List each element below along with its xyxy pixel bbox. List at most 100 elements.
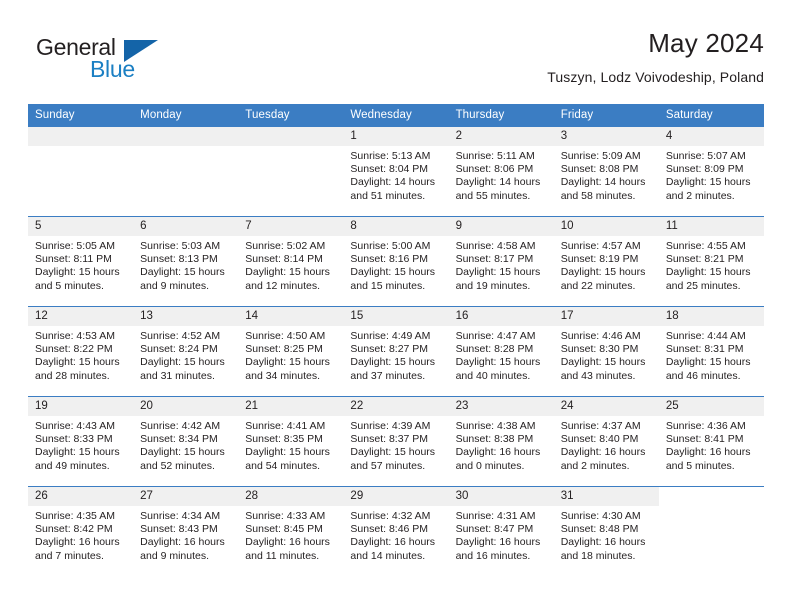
day-info-line: Sunset: 8:42 PM: [35, 523, 113, 536]
day-cell[interactable]: 4 Sunrise: 5:07 AM Sunset: 8:09 PM Daylight…: [658, 127, 764, 216]
calendar-week-row: 1 Sunrise: 5:13 AM Sunset: 8:04 PM Daylight…: [28, 127, 764, 217]
day-cell[interactable]: 10 Sunrise: 4:57 AM Sunset: 8:19 PM Dayligh…: [553, 217, 659, 306]
day-info-line: and 7 minutes.: [35, 549, 104, 562]
day-cell-empty: [28, 127, 134, 216]
day-cell[interactable]: 29 Sunrise: 4:32 AM Sunset: 8:46 PM Dayligh…: [343, 487, 449, 576]
day-info-line: Sunrise: 5:03 AM: [140, 240, 221, 252]
day-cell[interactable]: 28 Sunrise: 4:33 AM Sunset: 8:45 PM Dayligh…: [238, 487, 344, 576]
day-info-line: Sunrise: 4:38 AM: [455, 420, 536, 432]
weekday-header-saturday: Saturday: [658, 104, 764, 127]
page-subtitle: Tuszyn, Lodz Voivodeship, Poland: [547, 69, 764, 85]
calendar-table: Sunday Monday Tuesday Wednesday Thursday Frid…: [28, 104, 764, 576]
day-number: 31: [553, 487, 659, 506]
day-info-line: Daylight: 15 hours: [350, 356, 436, 369]
day-info-line: Sunset: 8:47 PM: [455, 523, 534, 536]
day-info-line: and 9 minutes.: [140, 279, 210, 292]
calendar-cell: [133, 127, 239, 217]
calendar-cell: [238, 127, 344, 217]
day-sun-info: Sunrise: 4:35 AM Sunset: 8:42 PM Daylight:…: [28, 506, 133, 563]
day-info-line: and 12 minutes.: [245, 279, 320, 292]
calendar-grid: Sunday Monday Tuesday Wednesday Thursday Frid…: [28, 104, 764, 576]
weekday-header-sunday: Sunday: [28, 104, 134, 127]
calendar-header-row: Sunday Monday Tuesday Wednesday Thursday Frid…: [28, 104, 764, 127]
day-info-line: and 52 minutes.: [140, 459, 215, 472]
day-info-line: Sunrise: 5:05 AM: [35, 240, 115, 252]
day-info-line: Sunrise: 4:44 AM: [665, 330, 746, 342]
day-info-line: and 31 minutes.: [140, 369, 215, 382]
day-cell[interactable]: 24 Sunrise: 4:37 AM Sunset: 8:40 PM Dayligh…: [553, 397, 659, 486]
day-cell[interactable]: 26 Sunrise: 4:35 AM Sunset: 8:42 PM Dayligh…: [28, 487, 134, 576]
day-cell[interactable]: 16 Sunrise: 4:47 AM Sunset: 8:28 PM Dayligh…: [448, 307, 554, 396]
calendar-cell: 6 Sunrise: 5:03 AM Sunset: 8:13 PM Daylight…: [133, 216, 239, 307]
day-cell[interactable]: 18 Sunrise: 4:44 AM Sunset: 8:31 PM Dayligh…: [658, 307, 764, 396]
day-cell[interactable]: 25 Sunrise: 4:36 AM Sunset: 8:41 PM Dayligh…: [658, 397, 764, 486]
day-cell[interactable]: 17 Sunrise: 4:46 AM Sunset: 8:30 PM Dayligh…: [553, 307, 659, 396]
calendar-cell: 13 Sunrise: 4:52 AM Sunset: 8:24 PM Dayligh…: [133, 306, 239, 397]
calendar-cell: 1 Sunrise: 5:13 AM Sunset: 8:04 PM Daylight…: [343, 127, 449, 217]
day-info-line: Daylight: 15 hours: [140, 356, 225, 369]
day-cell[interactable]: 2 Sunrise: 5:11 AM Sunset: 8:06 PM Daylight…: [448, 127, 554, 216]
day-cell[interactable]: 1 Sunrise: 5:13 AM Sunset: 8:04 PM Daylight…: [343, 127, 449, 216]
day-info-line: Sunrise: 4:32 AM: [350, 510, 431, 522]
calendar-cell: 27 Sunrise: 4:34 AM Sunset: 8:43 PM Dayligh…: [133, 486, 239, 576]
day-cell[interactable]: 20 Sunrise: 4:42 AM Sunset: 8:34 PM Dayligh…: [133, 397, 239, 486]
calendar-cell: 7 Sunrise: 5:02 AM Sunset: 8:14 PM Daylight…: [238, 216, 344, 307]
day-cell[interactable]: 8 Sunrise: 5:00 AM Sunset: 8:16 PM Daylight…: [343, 217, 449, 306]
day-number: 2: [448, 127, 554, 146]
day-cell[interactable]: 27 Sunrise: 4:34 AM Sunset: 8:43 PM Dayligh…: [133, 487, 239, 576]
day-info-line: Sunrise: 4:49 AM: [350, 330, 431, 342]
day-number: 22: [343, 397, 449, 416]
day-cell[interactable]: 21 Sunrise: 4:41 AM Sunset: 8:35 PM Dayligh…: [238, 397, 344, 486]
day-sun-info: Sunrise: 4:57 AM Sunset: 8:19 PM Daylight:…: [554, 236, 659, 293]
day-info-line: Sunset: 8:11 PM: [35, 253, 112, 266]
day-info-line: Sunset: 8:25 PM: [245, 343, 323, 356]
weekday-header-wednesday: Wednesday: [343, 104, 449, 127]
day-info-line: and 28 minutes.: [35, 369, 110, 382]
day-cell[interactable]: 31 Sunrise: 4:30 AM Sunset: 8:48 PM Dayligh…: [553, 487, 659, 576]
calendar-cell: 14 Sunrise: 4:50 AM Sunset: 8:25 PM Dayligh…: [238, 306, 344, 397]
day-info-line: Sunrise: 4:42 AM: [140, 420, 221, 432]
day-info-line: Daylight: 14 hours: [455, 176, 541, 189]
day-cell[interactable]: 23 Sunrise: 4:38 AM Sunset: 8:38 PM Dayligh…: [448, 397, 554, 486]
day-info-line: Sunrise: 4:35 AM: [35, 510, 115, 522]
day-cell[interactable]: 15 Sunrise: 4:49 AM Sunset: 8:27 PM Dayligh…: [343, 307, 449, 396]
day-cell[interactable]: 7 Sunrise: 5:02 AM Sunset: 8:14 PM Daylight…: [238, 217, 344, 306]
day-cell[interactable]: 14 Sunrise: 4:50 AM Sunset: 8:25 PM Dayligh…: [238, 307, 344, 396]
day-cell[interactable]: 3 Sunrise: 5:09 AM Sunset: 8:08 PM Daylight…: [553, 127, 659, 216]
day-cell[interactable]: 5 Sunrise: 5:05 AM Sunset: 8:11 PM Daylight…: [28, 217, 134, 306]
calendar-cell: 10 Sunrise: 4:57 AM Sunset: 8:19 PM Dayligh…: [553, 216, 659, 307]
day-sun-info: Sunrise: 5:00 AM Sunset: 8:16 PM Daylight:…: [343, 236, 448, 293]
day-info-line: Sunset: 8:31 PM: [665, 343, 744, 356]
day-cell[interactable]: 30 Sunrise: 4:31 AM Sunset: 8:47 PM Dayligh…: [448, 487, 554, 576]
calendar-cell: 19 Sunrise: 4:43 AM Sunset: 8:33 PM Dayligh…: [28, 396, 134, 487]
day-cell[interactable]: 19 Sunrise: 4:43 AM Sunset: 8:33 PM Dayligh…: [28, 397, 134, 486]
day-info-line: Daylight: 16 hours: [560, 536, 646, 549]
day-info-line: Sunset: 8:28 PM: [455, 343, 534, 356]
day-info-line: Sunset: 8:21 PM: [665, 253, 744, 266]
day-info-line: Daylight: 15 hours: [35, 446, 120, 459]
day-sun-info: Sunrise: 5:03 AM Sunset: 8:13 PM Daylight:…: [133, 236, 238, 293]
day-cell[interactable]: 22 Sunrise: 4:39 AM Sunset: 8:37 PM Dayligh…: [343, 397, 449, 486]
day-info-line: and 14 minutes.: [350, 549, 426, 562]
day-sun-info: Sunrise: 4:33 AM Sunset: 8:45 PM Daylight:…: [238, 506, 343, 563]
day-sun-info: Sunrise: 4:46 AM Sunset: 8:30 PM Daylight:…: [554, 326, 659, 383]
day-cell[interactable]: 6 Sunrise: 5:03 AM Sunset: 8:13 PM Daylight…: [133, 217, 239, 306]
general-blue-logo[interactable]: General Blue: [28, 34, 248, 92]
day-number: 18: [658, 307, 764, 326]
day-number: 8: [343, 217, 449, 236]
day-cell[interactable]: 9 Sunrise: 4:58 AM Sunset: 8:17 PM Daylight…: [448, 217, 554, 306]
day-info-line: Daylight: 15 hours: [455, 356, 541, 369]
day-sun-info: Sunrise: 5:05 AM Sunset: 8:11 PM Daylight:…: [28, 236, 133, 293]
day-number: 24: [553, 397, 659, 416]
calendar-cell: 15 Sunrise: 4:49 AM Sunset: 8:27 PM Dayligh…: [343, 306, 449, 397]
day-number: [238, 127, 344, 146]
day-info-line: Sunset: 8:22 PM: [35, 343, 113, 356]
day-info-line: Sunrise: 4:30 AM: [560, 510, 641, 522]
day-cell[interactable]: 11 Sunrise: 4:55 AM Sunset: 8:21 PM Dayligh…: [658, 217, 764, 306]
day-info-line: Sunrise: 4:58 AM: [455, 240, 536, 252]
day-info-line: Daylight: 15 hours: [560, 356, 646, 369]
day-info-line: and 2 minutes.: [665, 189, 735, 202]
day-cell[interactable]: 13 Sunrise: 4:52 AM Sunset: 8:24 PM Dayligh…: [133, 307, 239, 396]
day-cell[interactable]: 12 Sunrise: 4:53 AM Sunset: 8:22 PM Dayligh…: [28, 307, 134, 396]
day-info-line: and 58 minutes.: [560, 189, 636, 202]
